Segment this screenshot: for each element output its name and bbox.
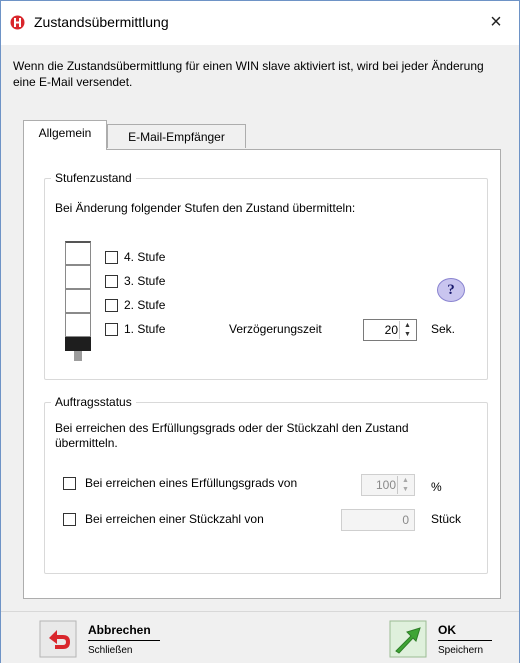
erfuellungsgrad-unit: % [431, 480, 442, 494]
stufe-4-checkbox[interactable] [105, 251, 118, 264]
stufe-1-label: 1. Stufe [124, 322, 166, 336]
stufenzustand-legend: Stufenzustand [51, 171, 136, 185]
stueckzahl-checkbox[interactable] [63, 513, 76, 526]
title-bar: Zustandsübermittlung × [1, 1, 519, 45]
window-title: Zustandsübermittlung [34, 14, 169, 30]
ok-button[interactable]: OK Speichern [389, 618, 499, 660]
ok-title: OK [438, 623, 456, 637]
close-icon: × [490, 10, 502, 33]
auftragsstatus-instruction: Bei erreichen des Erfüllungsgrads oder d… [55, 421, 409, 450]
dialog-description: Wenn die Zustandsübermittlung für einen … [13, 59, 484, 89]
auftragsstatus-group: Auftragsstatus Bei erreichen des Erfüllu… [44, 395, 488, 574]
erfuellungsgrad-spin-arrows[interactable]: ▲ ▼ [397, 476, 413, 494]
signal-tower-icon [65, 241, 91, 377]
checkmark-arrow-icon [389, 620, 427, 658]
undo-arrow-icon [39, 620, 77, 658]
stufe-4-label: 4. Stufe [124, 250, 166, 264]
stufe-3-checkbox[interactable] [105, 275, 118, 288]
stufe-3-label: 3. Stufe [124, 274, 166, 288]
auftragsstatus-legend: Auftragsstatus [51, 395, 136, 409]
stufe-2-checkbox[interactable] [105, 299, 118, 312]
stueckzahl-label: Bei erreichen einer Stückzahl von [85, 512, 264, 526]
erfuellungsgrad-checkbox[interactable] [63, 477, 76, 490]
stufe-1-checkbox[interactable] [105, 323, 118, 336]
erfuellungsgrad-spinbox[interactable]: 100 ▲ ▼ [361, 474, 415, 496]
help-icon[interactable]: ? [437, 278, 465, 302]
stueckzahl-unit: Stück [431, 512, 462, 526]
ok-subtitle: Speichern [438, 645, 484, 656]
delay-unit: Sek. [431, 322, 456, 336]
tab-allgemein[interactable]: Allgemein [23, 120, 107, 150]
signal-tower-logo-icon [10, 15, 25, 30]
stufenzustand-group: Stufenzustand Bei Änderung folgender Stu… [44, 171, 488, 380]
tab-email-empfaenger[interactable]: E-Mail-Empfänger [107, 124, 246, 148]
cancel-button[interactable]: Abbrechen Schließen [39, 618, 169, 660]
erfuellungsgrad-label: Bei erreichen eines Erfüllungsgrads von [85, 476, 298, 490]
delay-spinbox[interactable]: 20 ▲ ▼ [363, 319, 417, 341]
stufe-2-label: 2. Stufe [124, 298, 166, 312]
cancel-subtitle: Schließen [88, 645, 133, 656]
cancel-divider [88, 640, 160, 641]
cancel-title: Abbrechen [88, 623, 151, 637]
ok-divider [438, 640, 492, 641]
dialog-window: Zustandsübermittlung × Wenn die Zustands… [0, 0, 520, 663]
delay-spin-arrows[interactable]: ▲ ▼ [399, 321, 415, 339]
tab-panel-allgemein: Stufenzustand Bei Änderung folgender Stu… [23, 149, 501, 599]
bottom-button-bar: Abbrechen Schließen OK Speichern [1, 611, 519, 663]
delay-label: Verzögerungszeit [229, 322, 322, 336]
stufenzustand-instruction: Bei Änderung folgender Stufen den Zustan… [55, 201, 356, 215]
stueckzahl-value: 0 [402, 513, 409, 527]
erfuellungsgrad-value: 100 [375, 478, 396, 492]
stueckzahl-input[interactable]: 0 [341, 509, 415, 531]
close-button[interactable]: × [481, 8, 511, 36]
delay-value: 20 [384, 323, 398, 337]
